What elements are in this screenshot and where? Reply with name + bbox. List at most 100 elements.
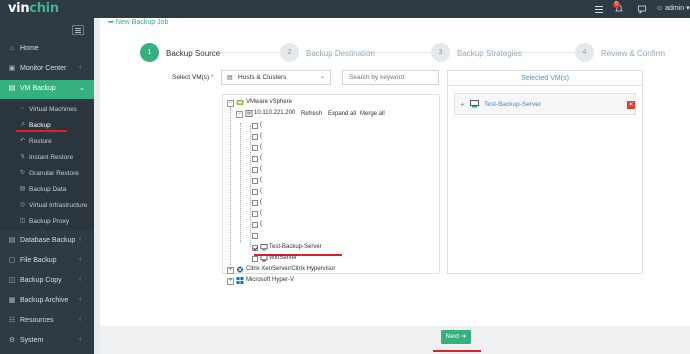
monitor-icon: ▣ xyxy=(8,65,16,72)
tree-node-vsphere[interactable]: VMware vSphere xyxy=(246,99,292,105)
vm-icon: ▫ xyxy=(21,106,24,112)
sidebar-sub-granular-restore[interactable]: ↻ Granular Restore xyxy=(0,166,94,182)
notification-badge: 5 xyxy=(613,1,620,8)
collapse-toggle[interactable]: − xyxy=(236,111,243,118)
vm-icon xyxy=(260,244,268,251)
refresh-link[interactable]: Refresh xyxy=(301,111,322,117)
sidebar-item-system[interactable]: ⚙ System ‹ xyxy=(0,332,94,351)
hosts-icon: ▤ xyxy=(227,75,233,81)
database-icon: ▤ xyxy=(8,237,16,244)
sidebar-sub-virtual-infrastructure[interactable]: ◎ Virtual Infrastructure xyxy=(0,198,94,214)
vm-icon xyxy=(470,100,479,108)
vm-checkbox[interactable] xyxy=(252,233,258,239)
sidebar-item-vm-backup[interactable]: ▤ VM Backup ⌄ xyxy=(0,80,94,99)
vm-checkbox[interactable] xyxy=(252,200,258,206)
vm-checkbox[interactable] xyxy=(252,145,258,151)
vm-checkbox[interactable] xyxy=(252,189,258,195)
vm-checkbox[interactable] xyxy=(252,134,258,140)
step-2-label[interactable]: Backup Destination xyxy=(306,49,375,58)
step-4-label[interactable]: Review & Confirm xyxy=(601,49,665,58)
tree-guide xyxy=(250,125,251,247)
user-menu[interactable]: ☺ admin ▾ xyxy=(656,4,690,12)
footer-bar: Next ➜ xyxy=(100,326,690,354)
tree-node-host[interactable]: 10.110.221.200 xyxy=(254,110,295,116)
vm-backup-icon: ▤ xyxy=(8,85,16,92)
vm-checkbox-test-backup-server[interactable] xyxy=(252,245,258,251)
next-button[interactable]: Next ➜ xyxy=(441,330,471,344)
sidebar: ⌂ Home ▣ Monitor Center ‹ ▤ VM Backup ⌄ ▫ Virt… xyxy=(0,18,94,354)
vm-checkbox[interactable] xyxy=(252,156,258,162)
vm-icon xyxy=(260,255,268,262)
sidebar-sub-virtual-machines[interactable]: ▫ Virtual Machines xyxy=(0,102,94,118)
vm-checkbox[interactable] xyxy=(252,167,258,173)
selected-vms-panel: Selected VM(s) + Test-Backup-Server ✕ xyxy=(447,70,643,274)
step-2-circle[interactable]: 2 xyxy=(280,43,299,62)
restore-icon: ↶ xyxy=(19,138,26,144)
highlight-underline xyxy=(433,350,481,352)
copy-icon: ◫ xyxy=(8,277,16,284)
sidebar-item-resources[interactable]: ☷ Resources ‹ xyxy=(0,312,94,331)
chevron-left-icon: ‹ xyxy=(79,316,82,323)
vm-name: ( xyxy=(260,177,262,183)
collapse-toggle[interactable]: − xyxy=(227,100,234,107)
windows-icon xyxy=(236,277,244,284)
top-bar: vinchin 5 ☺ admin ▾ xyxy=(0,0,690,18)
step-3-circle[interactable]: 3 xyxy=(431,43,450,62)
selected-vm-item: + Test-Backup-Server ✕ xyxy=(454,93,636,115)
search-input[interactable] xyxy=(342,70,439,85)
tree-node-winserver[interactable]: WinServer xyxy=(269,255,297,261)
selected-vm-name: Test-Backup-Server xyxy=(484,101,542,108)
data-icon: ▤ xyxy=(19,186,26,192)
expand-toggle[interactable]: + xyxy=(227,278,234,285)
vm-name: ( xyxy=(260,188,262,194)
share-icon: ➦ xyxy=(108,19,114,26)
sidebar-item-monitor-center[interactable]: ▣ Monitor Center ‹ xyxy=(0,60,94,79)
vm-name: ( xyxy=(260,199,262,205)
sidebar-sub-restore[interactable]: ↶ Restore xyxy=(0,134,94,150)
chevron-down-icon: ⌄ xyxy=(79,85,85,92)
sidebar-item-backup-copy[interactable]: ◫ Backup Copy ‹ xyxy=(0,272,94,291)
sidebar-sub-instant-restore[interactable]: ↯ Instant Restore xyxy=(0,150,94,166)
step-4-circle[interactable]: 4 xyxy=(575,43,594,62)
sidebar-item-home[interactable]: ⌂ Home xyxy=(0,40,94,59)
selected-vms-title: Selected VM(s) xyxy=(448,71,642,86)
vm-name: ( xyxy=(260,221,262,227)
sidebar-sub-backup-data[interactable]: ▤ Backup Data xyxy=(0,182,94,198)
tree-node-test-backup-server[interactable]: Test-Backup-Server xyxy=(269,244,322,250)
list-icon[interactable] xyxy=(594,4,604,14)
sidebar-item-database-backup[interactable]: ▤ Database Backup ‹ xyxy=(0,232,94,251)
tree-guide xyxy=(230,107,231,265)
collapse-menu-button[interactable] xyxy=(72,25,84,35)
step-connector xyxy=(518,52,578,53)
expand-all-link[interactable]: Expand all xyxy=(328,111,356,117)
vm-name: ( xyxy=(260,122,262,128)
page-title: ➦ New Backup Job xyxy=(108,19,169,26)
tree-node-hyper-v[interactable]: Microsoft Hyper-V xyxy=(246,277,294,283)
vm-name: ( xyxy=(260,210,262,216)
step-3-label[interactable]: Backup Strategies xyxy=(457,49,522,58)
merge-all-link[interactable]: Merge all xyxy=(360,111,385,117)
tree-node-citrix[interactable]: Citrix XenServer/Citrix Hypervisor xyxy=(246,266,335,272)
view-dropdown[interactable]: ▤ Hosts & Clusters ⌄ xyxy=(221,70,331,85)
remove-icon[interactable]: ✕ xyxy=(627,101,635,109)
sidebar-item-backup-archive[interactable]: ▦ Backup Archive ‹ xyxy=(0,292,94,311)
vm-checkbox[interactable] xyxy=(252,256,258,262)
tree-guide xyxy=(240,123,241,243)
vm-checkbox[interactable] xyxy=(252,178,258,184)
step-1-circle[interactable]: 1 xyxy=(140,43,159,62)
host-icon xyxy=(245,110,253,117)
sidebar-item-file-backup[interactable]: ▢ File Backup ‹ xyxy=(0,252,94,271)
archive-icon: ▦ xyxy=(8,297,16,304)
expand-toggle[interactable]: + xyxy=(227,267,234,274)
highlight-underline xyxy=(16,130,67,132)
vm-checkbox[interactable] xyxy=(252,211,258,217)
chat-icon[interactable] xyxy=(637,4,647,14)
vm-checkbox[interactable] xyxy=(252,123,258,129)
sidebar-sub-backup-proxy[interactable]: ◫ Backup Proxy xyxy=(0,214,94,230)
select-vms-label: Select VM(s) * xyxy=(172,74,214,81)
proxy-icon: ◫ xyxy=(19,218,26,224)
vm-name: ( xyxy=(260,155,262,161)
vm-checkbox[interactable] xyxy=(252,222,258,228)
plus-icon: + xyxy=(460,100,465,109)
step-1-label[interactable]: Backup Source xyxy=(166,49,220,58)
